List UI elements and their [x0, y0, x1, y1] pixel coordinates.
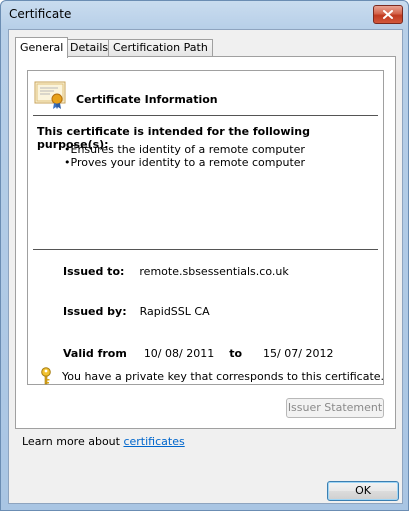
issued-by-value: RapidSSL CA [139, 305, 210, 318]
validity-row: Valid from 10/ 08/ 2011 to 15/ 07/ 2012 [63, 347, 333, 360]
title-bar[interactable]: Certificate [1, 1, 408, 29]
header-divider [33, 115, 378, 116]
valid-from-value: 10/ 08/ 2011 [143, 347, 215, 360]
tab-certification-path[interactable]: Certification Path [108, 39, 213, 56]
purpose-item: Proves your identity to a remote compute… [64, 156, 306, 169]
issuer-statement-button[interactable]: Issuer Statement [286, 398, 384, 418]
close-button[interactable] [373, 5, 403, 24]
tab-details[interactable]: Details [65, 39, 114, 56]
purpose-item: Ensures the identity of a remote compute… [64, 143, 305, 156]
issued-to-label: Issued to: [63, 265, 125, 278]
certificates-link[interactable]: certificates [123, 435, 184, 448]
issued-by-row: Issued by: RapidSSL CA [63, 305, 210, 318]
learn-more-text: Learn more about certificates [22, 435, 185, 448]
issued-to-value: remote.sbsessentials.co.uk [139, 265, 289, 278]
learn-more-prefix: Learn more about [22, 435, 124, 448]
issued-by-label: Issued by: [63, 305, 127, 318]
certificate-icon [34, 81, 66, 109]
certificate-information-title: Certificate Information [76, 93, 218, 106]
key-icon [41, 367, 51, 385]
ok-button[interactable]: OK [327, 481, 399, 501]
purpose-list: Ensures the identity of a remote compute… [64, 143, 306, 169]
window-title: Certificate [9, 7, 72, 21]
valid-to-label: to [229, 347, 243, 360]
issued-to-row: Issued to: remote.sbsessentials.co.uk [63, 265, 289, 278]
valid-to-value: 15/ 07/ 2012 [263, 347, 334, 360]
dialog-client-area: General Details Certification Path Certi… [8, 29, 403, 504]
certificate-info-box: Certificate Information This certificate… [27, 70, 384, 385]
valid-from-label: Valid from [63, 347, 127, 360]
certificate-dialog: Certificate General Details Certificatio… [0, 0, 409, 511]
general-tab-panel: Certificate Information This certificate… [15, 56, 396, 429]
close-icon [383, 10, 393, 19]
tab-general[interactable]: General [15, 37, 69, 58]
details-divider [33, 249, 378, 250]
private-key-notice: You have a private key that corresponds … [62, 370, 385, 383]
